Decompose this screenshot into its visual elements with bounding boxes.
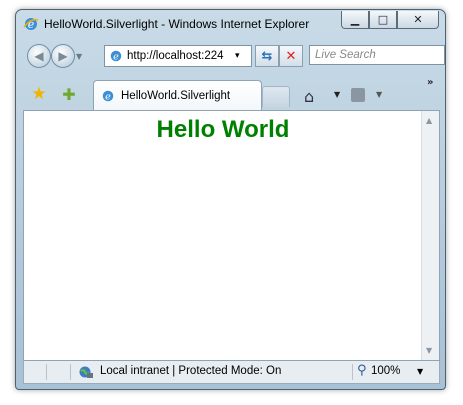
rss-feed-icon[interactable] [351, 88, 365, 102]
address-bar[interactable]: e http://localhost:224 ▾ [104, 45, 252, 67]
star-icon: ★ [31, 84, 47, 104]
navigation-bar: ◀ ▶ ▼ e http://localhost:224 ▾ ⇆ ✕ Live … [16, 41, 445, 71]
back-arrow-icon: ◀ [34, 49, 44, 63]
page-heading: Hello World [156, 116, 290, 143]
svg-text:e: e [105, 92, 111, 103]
forward-button[interactable]: ▶ [51, 44, 75, 68]
tab-helloworld[interactable]: e HelloWorld.Silverlight [93, 80, 262, 111]
address-url[interactable]: http://localhost:224 [127, 50, 232, 62]
tab-bar: ★ ✚ e HelloWorld.Silverlight ⌂ ▼ ▼ » [16, 74, 445, 111]
feeds-dropdown-icon[interactable]: ▼ [376, 90, 382, 99]
add-favorite-icon: ✚ [62, 84, 76, 104]
recent-pages-dropdown[interactable]: ▼ [76, 52, 82, 61]
tab-ie-icon: e [102, 90, 114, 103]
new-tab-button[interactable] [262, 86, 290, 107]
page-ie-icon: e [110, 50, 122, 63]
svg-text:e: e [113, 52, 119, 63]
zoom-dropdown-icon[interactable]: ▼ [417, 367, 423, 376]
favorites-button[interactable]: ★ [29, 84, 49, 104]
forward-arrow-icon: ▶ [58, 49, 68, 63]
maximize-button[interactable]: □ [369, 11, 397, 29]
browser-window: e HelloWorld.Silverlight - Windows Inter… [15, 9, 446, 390]
tab-label: HelloWorld.Silverlight [121, 90, 231, 102]
home-dropdown-icon[interactable]: ▼ [334, 90, 340, 99]
close-window-button[interactable]: ✕ [397, 11, 439, 29]
add-favorite-button[interactable]: ✚ [59, 84, 79, 104]
status-bar: Local intranet | Protected Mode: On ⚲ 10… [23, 361, 440, 384]
minimize-icon: ▁ [350, 13, 360, 26]
search-input[interactable]: Live Search [309, 45, 445, 65]
close-icon: ✕ [413, 13, 423, 26]
status-divider [352, 364, 353, 380]
minimize-button[interactable]: ▁ [341, 11, 369, 29]
window-title: HelloWorld.Silverlight - Windows Interne… [44, 17, 310, 31]
vertical-scrollbar[interactable]: ▲ ▼ [421, 111, 439, 360]
home-icon: ⌂ [304, 87, 315, 106]
zoom-level[interactable]: 100% [371, 365, 400, 377]
back-button[interactable]: ◀ [27, 44, 51, 68]
toolbar-overflow-chevron-icon[interactable]: » [427, 77, 433, 88]
page-content: Hello World ▲ ▼ [23, 110, 440, 361]
title-bar[interactable]: e HelloWorld.Silverlight - Windows Inter… [16, 10, 445, 38]
ie-logo-icon: e [23, 18, 39, 31]
scroll-down-icon[interactable]: ▼ [426, 346, 432, 355]
maximize-icon: □ [377, 13, 389, 26]
stop-button[interactable]: ✕ [279, 45, 303, 67]
refresh-icon: ⇆ [261, 48, 273, 64]
magnifier-icon[interactable]: ⚲ [357, 363, 367, 378]
intranet-globe-icon [79, 366, 93, 378]
home-button[interactable]: ⌂ [304, 87, 314, 106]
window-controls: ▁ □ ✕ [341, 11, 439, 29]
security-zone-text[interactable]: Local intranet | Protected Mode: On [100, 365, 281, 377]
address-dropdown-icon[interactable]: ▾ [235, 51, 240, 61]
stop-icon: ✕ [285, 48, 297, 64]
status-divider [46, 364, 47, 380]
status-divider [70, 364, 71, 380]
refresh-button[interactable]: ⇆ [255, 45, 279, 67]
scroll-up-icon[interactable]: ▲ [426, 116, 432, 125]
